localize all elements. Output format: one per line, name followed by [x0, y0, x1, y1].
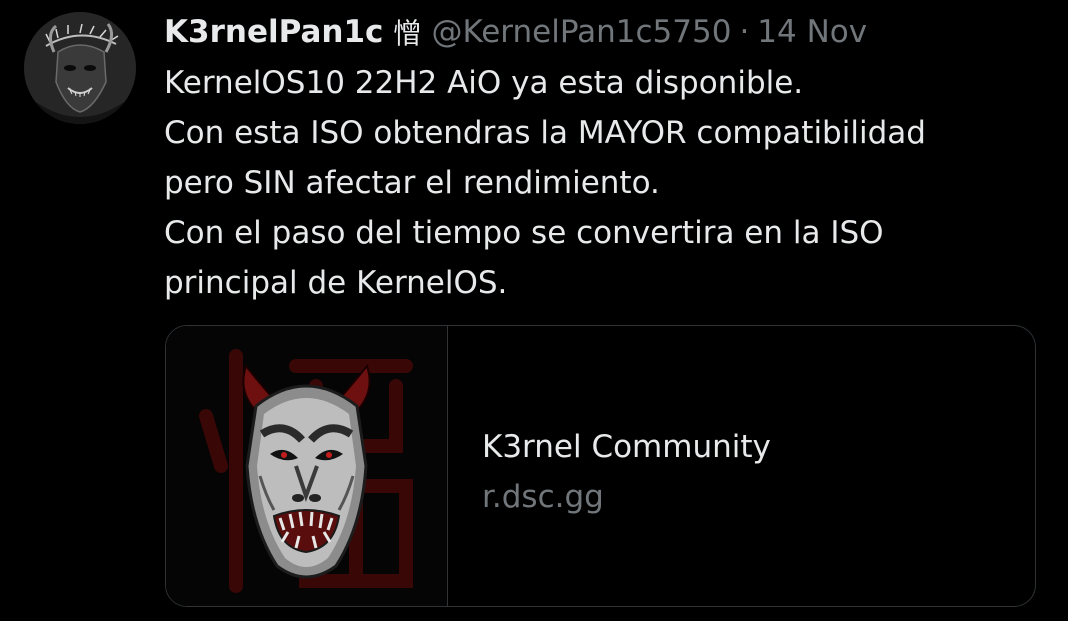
tweet-header: K3rnelPan1c 憎 @KernelPan1c5750 · 14 Nov [164, 10, 867, 54]
author-name-emoji: 憎 [393, 17, 422, 50]
oni-mask-image [166, 326, 447, 606]
header-separator: · [739, 14, 750, 50]
author-handle[interactable]: @KernelPan1c5750 [431, 14, 731, 50]
avatar-image [24, 12, 136, 124]
link-card[interactable]: K3rnel Community r.dsc.gg [165, 325, 1036, 607]
link-card-text[interactable]: K3rnel Community r.dsc.gg [482, 422, 771, 522]
link-card-domain[interactable]: r.dsc.gg [482, 472, 771, 522]
tweet-text: KernelOS10 22H2 AiO ya esta disponible. … [164, 58, 1044, 308]
author-display-name[interactable]: K3rnelPan1c [164, 14, 383, 50]
tweet-text-line: Con el paso del tiempo se convertira en … [164, 215, 884, 251]
tweet-date[interactable]: 14 Nov [757, 14, 867, 50]
tweet[interactable]: K3rnelPan1c 憎 @KernelPan1c5750 · 14 Nov … [0, 0, 1068, 621]
tweet-text-line: pero SIN afectar el rendimiento. [164, 165, 660, 201]
link-card-title[interactable]: K3rnel Community [482, 422, 771, 472]
link-card-image[interactable] [166, 326, 448, 606]
tweet-text-line: Con esta ISO obtendras la MAYOR compatib… [164, 115, 926, 151]
avatar[interactable] [24, 12, 136, 124]
tweet-text-line: principal de KernelOS. [164, 265, 508, 301]
tweet-text-line: KernelOS10 22H2 AiO ya esta disponible. [164, 65, 804, 101]
